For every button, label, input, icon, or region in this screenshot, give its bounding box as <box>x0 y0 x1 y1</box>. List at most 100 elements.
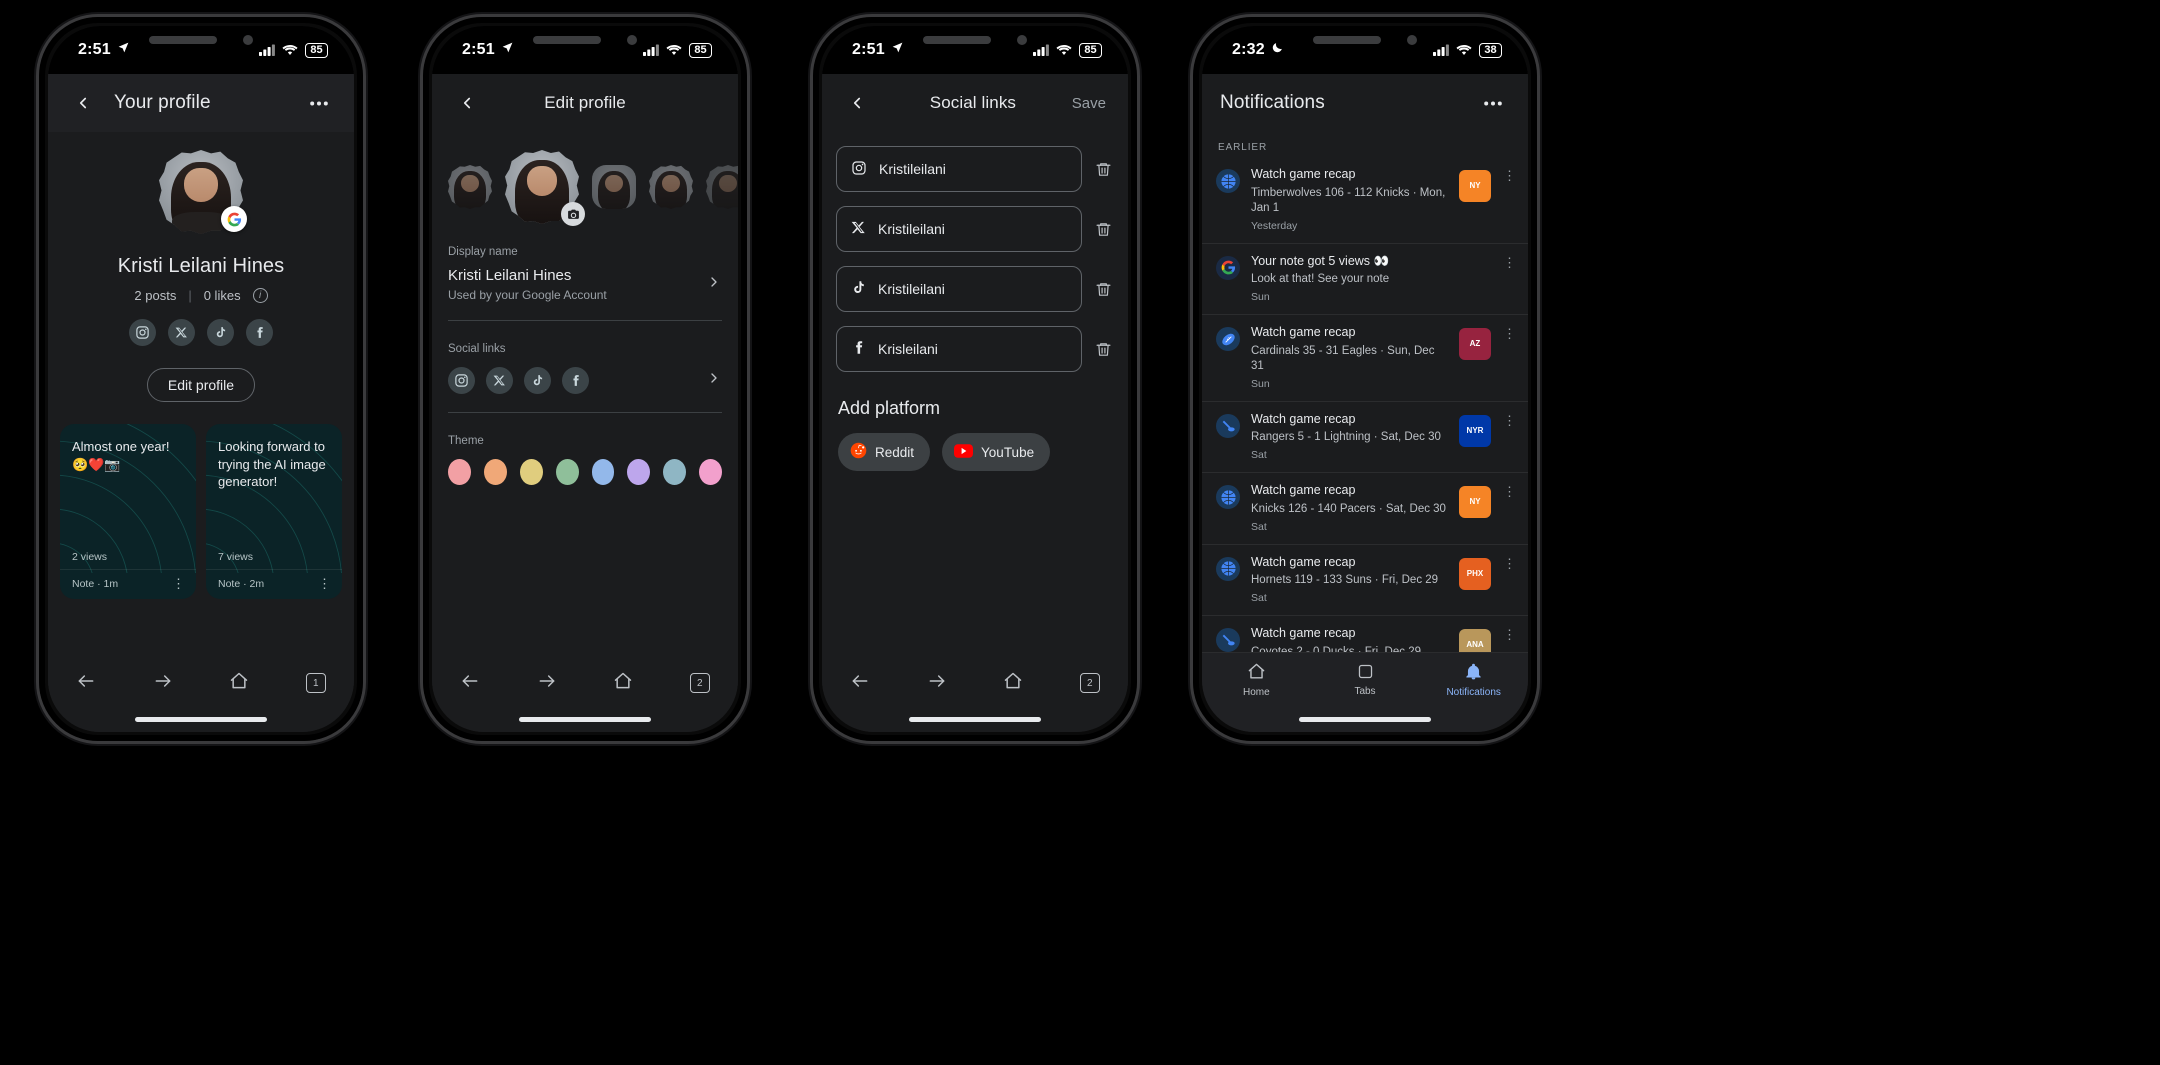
display-name-field[interactable]: Display name Kristi Leilani Hines Used b… <box>432 246 738 302</box>
nav-home-icon[interactable] <box>613 671 633 696</box>
facebook-icon[interactable] <box>562 367 589 394</box>
nav-home-icon[interactable] <box>1003 671 1023 696</box>
note-card[interactable]: Looking forward to trying the AI image g… <box>206 424 342 599</box>
note-card[interactable]: Almost one year! 🥺❤️📷 2 views Note · 1m … <box>60 424 196 599</box>
x-twitter-icon[interactable] <box>486 367 513 394</box>
notification-options-icon[interactable]: ⋮ <box>1502 326 1518 342</box>
camera-icon[interactable] <box>561 202 585 226</box>
trash-icon[interactable] <box>1092 161 1114 178</box>
back-arrow-icon[interactable] <box>450 86 484 120</box>
notification-item[interactable]: Watch game recap Rangers 5 - 1 Lightning… <box>1202 402 1528 474</box>
theme-swatch[interactable] <box>699 459 722 485</box>
volume-down-button[interactable] <box>1190 297 1192 351</box>
home-indicator[interactable] <box>135 716 267 722</box>
notification-options-icon[interactable]: ⋮ <box>1502 413 1518 429</box>
trash-icon[interactable] <box>1092 281 1114 298</box>
mute-switch[interactable] <box>36 167 38 199</box>
more-options-icon[interactable] <box>1476 86 1510 120</box>
tiktok-handle-input[interactable]: Kristileilani <box>836 266 1082 312</box>
avatar-option[interactable] <box>649 165 693 209</box>
notification-item[interactable]: Watch game recap Coyotes 2 - 0 Ducks · F… <box>1202 616 1528 652</box>
avatar-option[interactable] <box>706 165 738 209</box>
power-button[interactable] <box>1538 247 1540 327</box>
theme-swatch[interactable] <box>591 459 615 485</box>
theme-swatch[interactable] <box>448 459 471 485</box>
chevron-right-icon[interactable] <box>706 370 722 391</box>
power-button[interactable] <box>1138 247 1140 327</box>
avatar-option[interactable] <box>448 165 492 209</box>
home-indicator[interactable] <box>1299 716 1431 722</box>
volume-up-button[interactable] <box>36 227 38 281</box>
avatar[interactable] <box>159 150 247 234</box>
nav-tabs-icon[interactable]: 2 <box>1079 673 1100 693</box>
notification-options-icon[interactable]: ⋮ <box>1502 556 1518 572</box>
theme-swatch[interactable] <box>519 459 543 485</box>
volume-down-button[interactable] <box>810 297 812 351</box>
instagram-icon[interactable] <box>129 319 156 346</box>
notification-item[interactable]: Watch game recap Hornets 119 - 133 Suns … <box>1202 545 1528 617</box>
x-handle-input[interactable]: Kristileilani <box>836 206 1082 252</box>
notification-options-icon[interactable]: ⋮ <box>1502 484 1518 500</box>
volume-up-button[interactable] <box>1190 227 1192 281</box>
theme-swatch[interactable] <box>483 459 507 485</box>
nav-forward-icon[interactable] <box>927 671 947 696</box>
notification-item[interactable]: Your note got 5 views 👀 Look at that! Se… <box>1202 244 1528 316</box>
nav-home-icon[interactable] <box>229 671 249 696</box>
nav-back-icon[interactable] <box>76 671 96 696</box>
volume-up-button[interactable] <box>420 227 422 281</box>
instagram-icon[interactable] <box>448 367 475 394</box>
nav-back-icon[interactable] <box>460 671 480 696</box>
notifications-list[interactable]: EARLIER Watch game recap Timberwolves 10… <box>1202 132 1528 652</box>
theme-swatch[interactable] <box>663 459 687 485</box>
trash-icon[interactable] <box>1092 341 1114 358</box>
nav-tabs-icon[interactable]: 2 <box>689 673 710 693</box>
nav-back-icon[interactable] <box>850 671 870 696</box>
back-arrow-icon[interactable] <box>66 86 100 120</box>
theme-swatch[interactable] <box>627 459 651 485</box>
back-arrow-icon[interactable] <box>840 86 874 120</box>
mute-switch[interactable] <box>1190 167 1192 199</box>
trash-icon[interactable] <box>1092 221 1114 238</box>
save-button[interactable]: Save <box>1072 95 1110 112</box>
tab-home[interactable]: Home <box>1202 653 1311 706</box>
tab-tabs[interactable]: Tabs <box>1311 653 1420 706</box>
volume-up-button[interactable] <box>810 227 812 281</box>
add-youtube-chip[interactable]: YouTube <box>942 433 1051 471</box>
facebook-handle-input[interactable]: Krisleilani <box>836 326 1082 372</box>
tiktok-icon[interactable] <box>524 367 551 394</box>
mute-switch[interactable] <box>810 167 812 199</box>
edit-profile-button[interactable]: Edit profile <box>146 368 256 402</box>
notification-item[interactable]: Watch game recap Cardinals 35 - 31 Eagle… <box>1202 315 1528 402</box>
instagram-handle-input[interactable]: Kristileilani <box>836 146 1082 192</box>
chevron-right-icon[interactable] <box>706 274 722 295</box>
volume-down-button[interactable] <box>36 297 38 351</box>
notification-options-icon[interactable]: ⋮ <box>1502 255 1518 271</box>
mute-switch[interactable] <box>420 167 422 199</box>
social-links-field[interactable]: Social links <box>432 343 738 394</box>
power-button[interactable] <box>364 247 366 327</box>
speaker-grille <box>533 36 601 44</box>
nav-tabs-icon[interactable]: 1 <box>305 673 326 693</box>
power-button[interactable] <box>748 247 750 327</box>
avatar-carousel[interactable] <box>432 132 738 226</box>
notification-options-icon[interactable]: ⋮ <box>1502 627 1518 643</box>
home-indicator[interactable] <box>909 716 1041 722</box>
more-options-icon[interactable] <box>302 86 336 120</box>
notification-options-icon[interactable]: ⋮ <box>1502 168 1518 184</box>
notification-item[interactable]: Watch game recap Timberwolves 106 - 112 … <box>1202 157 1528 244</box>
volume-down-button[interactable] <box>420 297 422 351</box>
home-indicator[interactable] <box>519 716 651 722</box>
x-twitter-icon[interactable] <box>168 319 195 346</box>
note-options-icon[interactable]: ⋮ <box>318 576 332 592</box>
tab-notifications[interactable]: Notifications <box>1419 653 1528 706</box>
note-options-icon[interactable]: ⋮ <box>172 576 186 592</box>
notification-item[interactable]: Watch game recap Knicks 126 - 140 Pacers… <box>1202 473 1528 545</box>
tiktok-icon[interactable] <box>207 319 234 346</box>
avatar-option[interactable] <box>592 165 636 209</box>
info-icon[interactable]: i <box>252 288 268 303</box>
theme-swatch[interactable] <box>555 459 579 485</box>
facebook-icon[interactable] <box>246 319 273 346</box>
nav-forward-icon[interactable] <box>537 671 557 696</box>
add-reddit-chip[interactable]: Reddit <box>838 433 931 471</box>
nav-forward-icon[interactable] <box>153 671 173 696</box>
